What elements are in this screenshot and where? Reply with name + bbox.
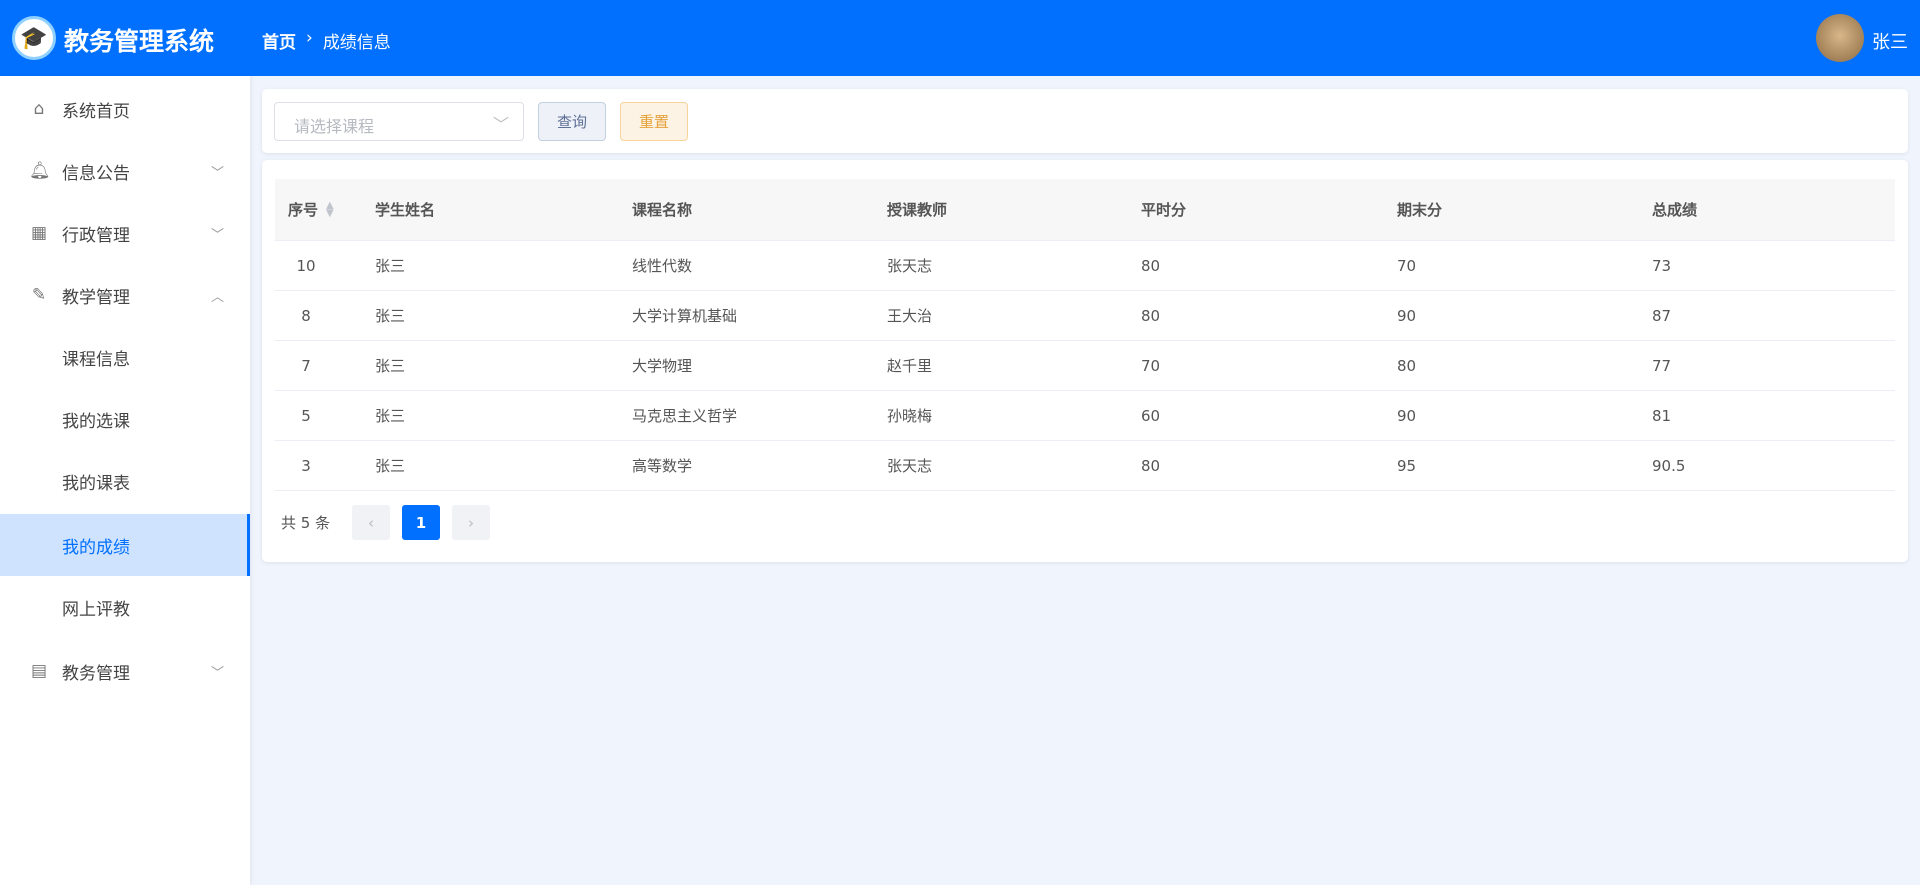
- sidebar-item-label: 我的课表: [62, 473, 130, 494]
- table-cell: 张天志: [887, 257, 933, 275]
- table-cell: 张天志: [887, 457, 933, 475]
- table-cell: 90: [1397, 306, 1417, 325]
- sidebar-item-label: 教务管理: [62, 663, 130, 684]
- chevron-down-icon: ﹀: [210, 665, 224, 681]
- table-cell: 王大治: [887, 307, 933, 325]
- table-cell: 高等数学: [632, 457, 693, 475]
- table-cell: 73: [1652, 256, 1672, 275]
- reset-button[interactable]: 重置: [620, 102, 688, 141]
- table-cell: 张三: [375, 257, 406, 275]
- user-name[interactable]: 张三: [1872, 28, 1908, 54]
- table-cell: 赵千里: [887, 357, 933, 375]
- table-cell: 线性代数: [632, 257, 693, 275]
- bell-icon: 🔔︎: [29, 161, 51, 181]
- course-select[interactable]: 请选择课程 ﹀: [274, 102, 524, 141]
- table-cell: 90.5: [1652, 456, 1686, 475]
- table-cell: 8: [301, 306, 311, 325]
- top-header: 🎓 教务管理系统 首页 › 成绩信息 张三: [0, 0, 1920, 76]
- table-cell: 90: [1397, 406, 1417, 425]
- table-row: 5 张三 马克思主义哲学 孙晓梅 60 90 81: [275, 391, 1895, 441]
- table-cell: 张三: [375, 407, 406, 425]
- query-button[interactable]: 查询: [538, 102, 606, 141]
- sidebar-item-label: 网上评教: [62, 599, 130, 620]
- table-cell: 张三: [375, 357, 406, 375]
- page-1-button[interactable]: 1: [402, 505, 440, 540]
- sidebar-item-teaching[interactable]: ✎ 教学管理 ︿: [0, 264, 250, 326]
- table-cell: 80: [1141, 456, 1161, 475]
- sidebar-item-label: 信息公告: [62, 163, 130, 184]
- breadcrumb-home[interactable]: 首页: [262, 28, 296, 53]
- breadcrumb-current: 成绩信息: [322, 33, 391, 53]
- table-cell: 60: [1141, 406, 1161, 425]
- table-cell: 80: [1397, 356, 1417, 375]
- edit-icon: ✎: [31, 285, 47, 305]
- sidebar-item-label: 课程信息: [62, 349, 130, 370]
- sort-icon[interactable]: ▲ ▼: [326, 200, 334, 218]
- column-header: 课程名称: [632, 201, 693, 219]
- sidebar-item-home[interactable]: ⌂ 系统首页: [0, 78, 250, 140]
- sidebar-item-notice[interactable]: 🔔︎ 信息公告 ﹀: [0, 140, 250, 202]
- table-cell: 马克思主义哲学: [632, 407, 738, 425]
- table-cell: 张三: [375, 457, 406, 475]
- column-label: 序号: [288, 201, 319, 219]
- table-cell: 张三: [375, 307, 406, 325]
- sidebar: ⌂ 系统首页 🔔︎ 信息公告 ﹀ ▦ 行政管理 ﹀ ✎ 教学管理 ︿ 课程信息 我的选课 我的…: [0, 76, 250, 885]
- table-header: 序号 ▲ ▼ 学生姓名 课程名称 授课教师 平时分 期末分 总成绩: [275, 179, 1895, 241]
- table-cell: 10: [296, 256, 316, 275]
- sidebar-item-admin[interactable]: ▦ 行政管理 ﹀: [0, 202, 250, 264]
- table-cell: 80: [1141, 306, 1161, 325]
- chevron-down-icon: ﹀: [492, 115, 509, 134]
- chevron-down-icon: ﹀: [210, 165, 224, 181]
- prev-page-button[interactable]: ‹: [352, 505, 390, 540]
- table-cell: 80: [1141, 256, 1161, 275]
- sidebar-item-course-info[interactable]: 课程信息: [0, 326, 250, 388]
- table-cell: 大学计算机基础: [632, 307, 738, 325]
- table-cell: 95: [1397, 456, 1417, 475]
- table-row: 7 张三 大学物理 赵千里 70 80 77: [275, 341, 1895, 391]
- sidebar-item-label: 系统首页: [62, 101, 130, 122]
- table-cell: 77: [1652, 356, 1672, 375]
- column-header: 期末分: [1397, 201, 1443, 219]
- table-cell: 70: [1397, 256, 1417, 275]
- app-title: 教务管理系统: [64, 27, 215, 56]
- table-cell: 5: [301, 406, 311, 425]
- building-icon: ▦: [30, 223, 48, 243]
- avatar[interactable]: [1816, 14, 1864, 62]
- column-header: 授课教师: [887, 201, 948, 219]
- table-row: 3 张三 高等数学 张天志 80 95 90.5: [275, 441, 1895, 491]
- sidebar-item-label: 我的成绩: [62, 537, 130, 558]
- next-page-button[interactable]: ›: [452, 505, 490, 540]
- column-header: 学生姓名: [375, 201, 436, 219]
- sidebar-item-label: 我的选课: [62, 411, 130, 432]
- table-row: 8 张三 大学计算机基础 王大治 80 90 87: [275, 291, 1895, 341]
- select-placeholder: 请选择课程: [294, 117, 375, 136]
- table-cell: 3: [301, 456, 311, 475]
- pagination-total: 共 5 条: [281, 514, 331, 532]
- chevron-down-icon: ﹀: [210, 227, 224, 243]
- column-header: 总成绩: [1652, 201, 1698, 219]
- table-cell: 70: [1141, 356, 1161, 375]
- table-cell: 81: [1652, 406, 1672, 425]
- table-cell: 大学物理: [632, 357, 693, 375]
- chevron-right-icon: ›: [306, 28, 313, 48]
- sidebar-item-my-selection[interactable]: 我的选课: [0, 388, 250, 450]
- column-header: 平时分: [1141, 201, 1187, 219]
- calendar-icon: ▤: [30, 661, 48, 681]
- sidebar-item-evaluation[interactable]: 网上评教: [0, 576, 250, 638]
- logo-icon: 🎓: [12, 16, 56, 60]
- sidebar-item-label: 教学管理: [62, 287, 130, 308]
- sidebar-item-my-grades[interactable]: 我的成绩: [0, 514, 250, 576]
- sidebar-item-my-schedule[interactable]: 我的课表: [0, 450, 250, 512]
- breadcrumb: 首页 › 成绩信息: [262, 28, 391, 53]
- table-cell: 87: [1652, 306, 1672, 325]
- sidebar-item-label: 行政管理: [62, 225, 130, 246]
- table-row: 10 张三 线性代数 张天志 80 70 73: [275, 241, 1895, 291]
- chevron-up-icon: ︿: [210, 289, 224, 305]
- home-icon: ⌂: [33, 99, 45, 119]
- table-cell: 孙晓梅: [887, 407, 933, 425]
- sidebar-item-academic[interactable]: ▤ 教务管理 ﹀: [0, 640, 250, 702]
- table-cell: 7: [301, 356, 311, 375]
- column-header-index[interactable]: 序号 ▲ ▼: [288, 179, 334, 240]
